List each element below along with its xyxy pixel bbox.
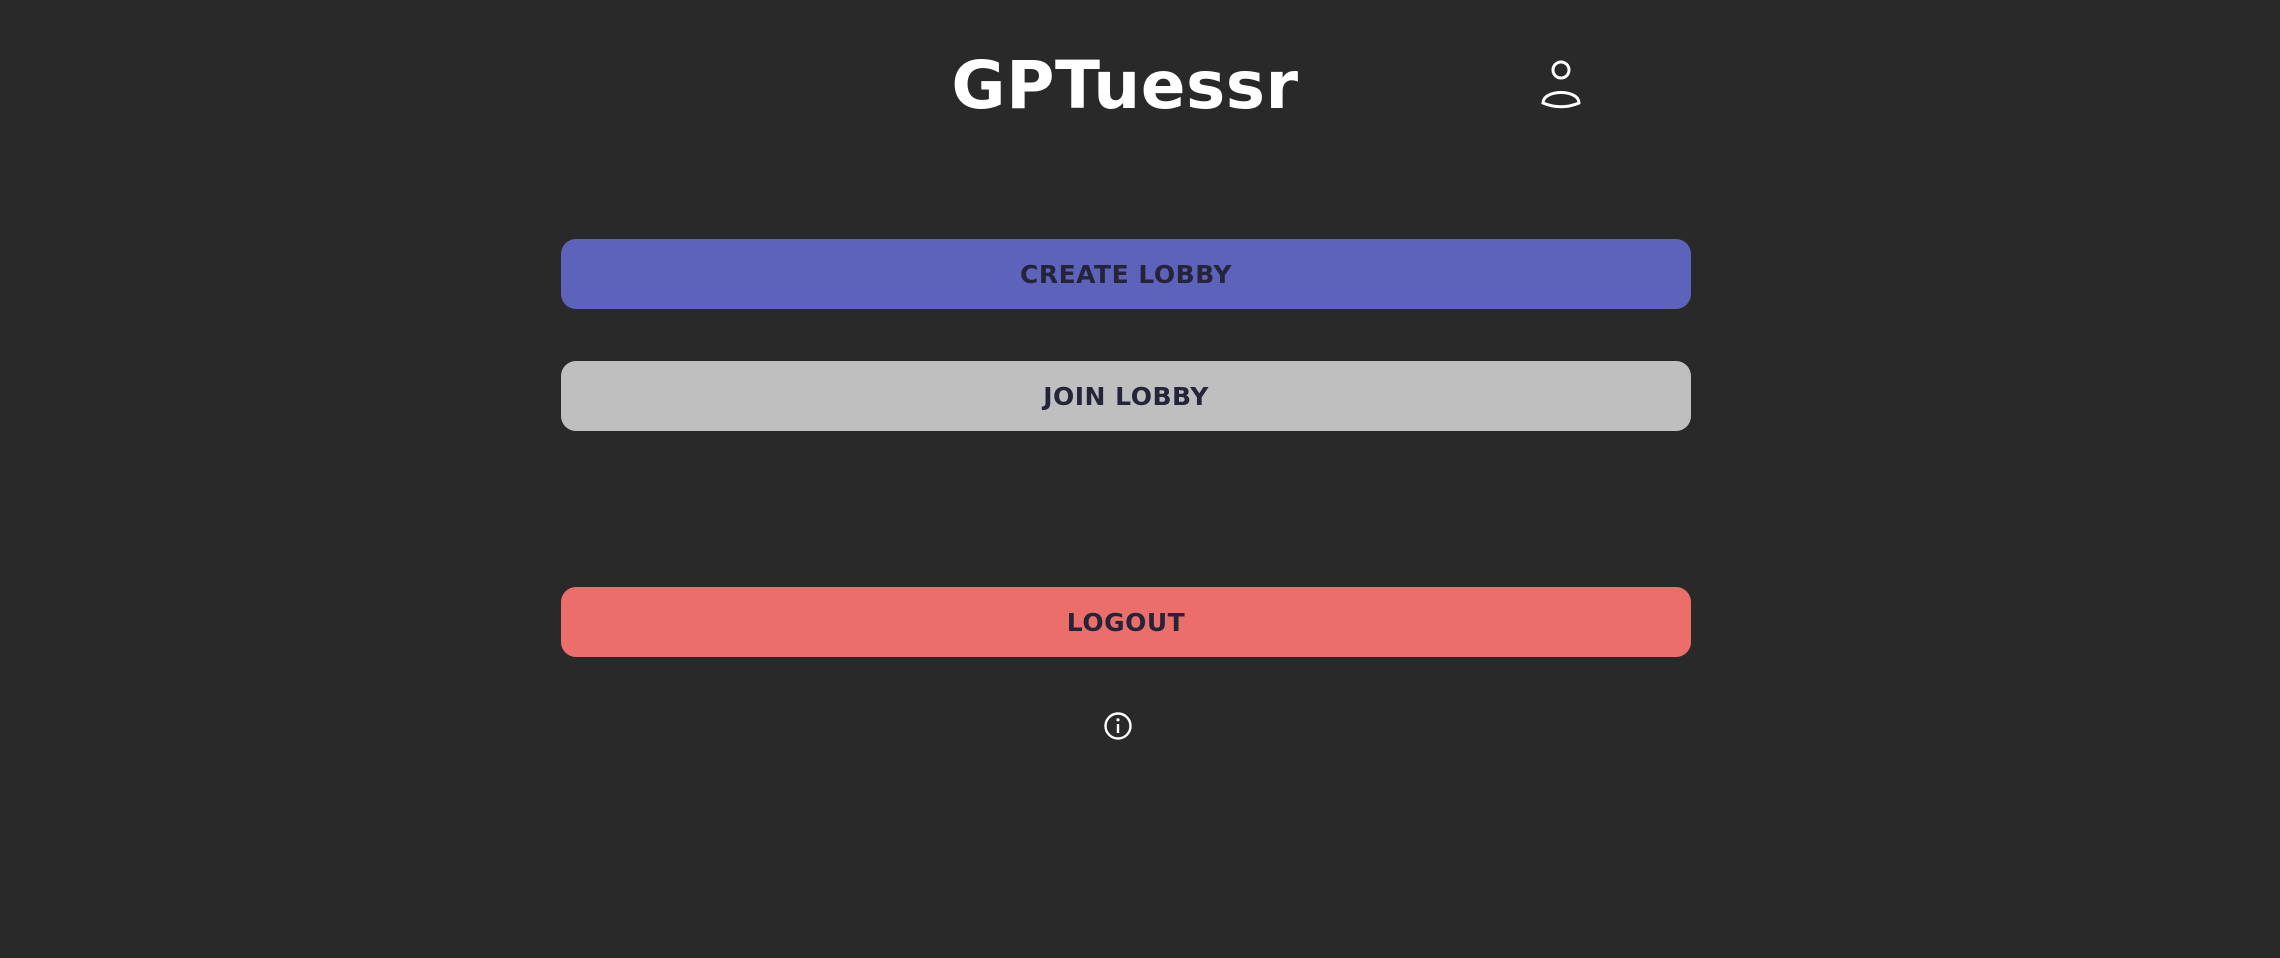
- user-profile-icon: [1541, 60, 1581, 109]
- info-icon: [1104, 712, 1132, 740]
- app-title: GPTuessr: [951, 47, 1299, 124]
- info-button[interactable]: [1103, 711, 1133, 741]
- join-lobby-button[interactable]: JOIN LOBBY: [561, 361, 1691, 431]
- logout-button[interactable]: LOGOUT: [561, 587, 1691, 657]
- profile-button[interactable]: [1536, 58, 1586, 110]
- create-lobby-button[interactable]: CREATE LOBBY: [561, 239, 1691, 309]
